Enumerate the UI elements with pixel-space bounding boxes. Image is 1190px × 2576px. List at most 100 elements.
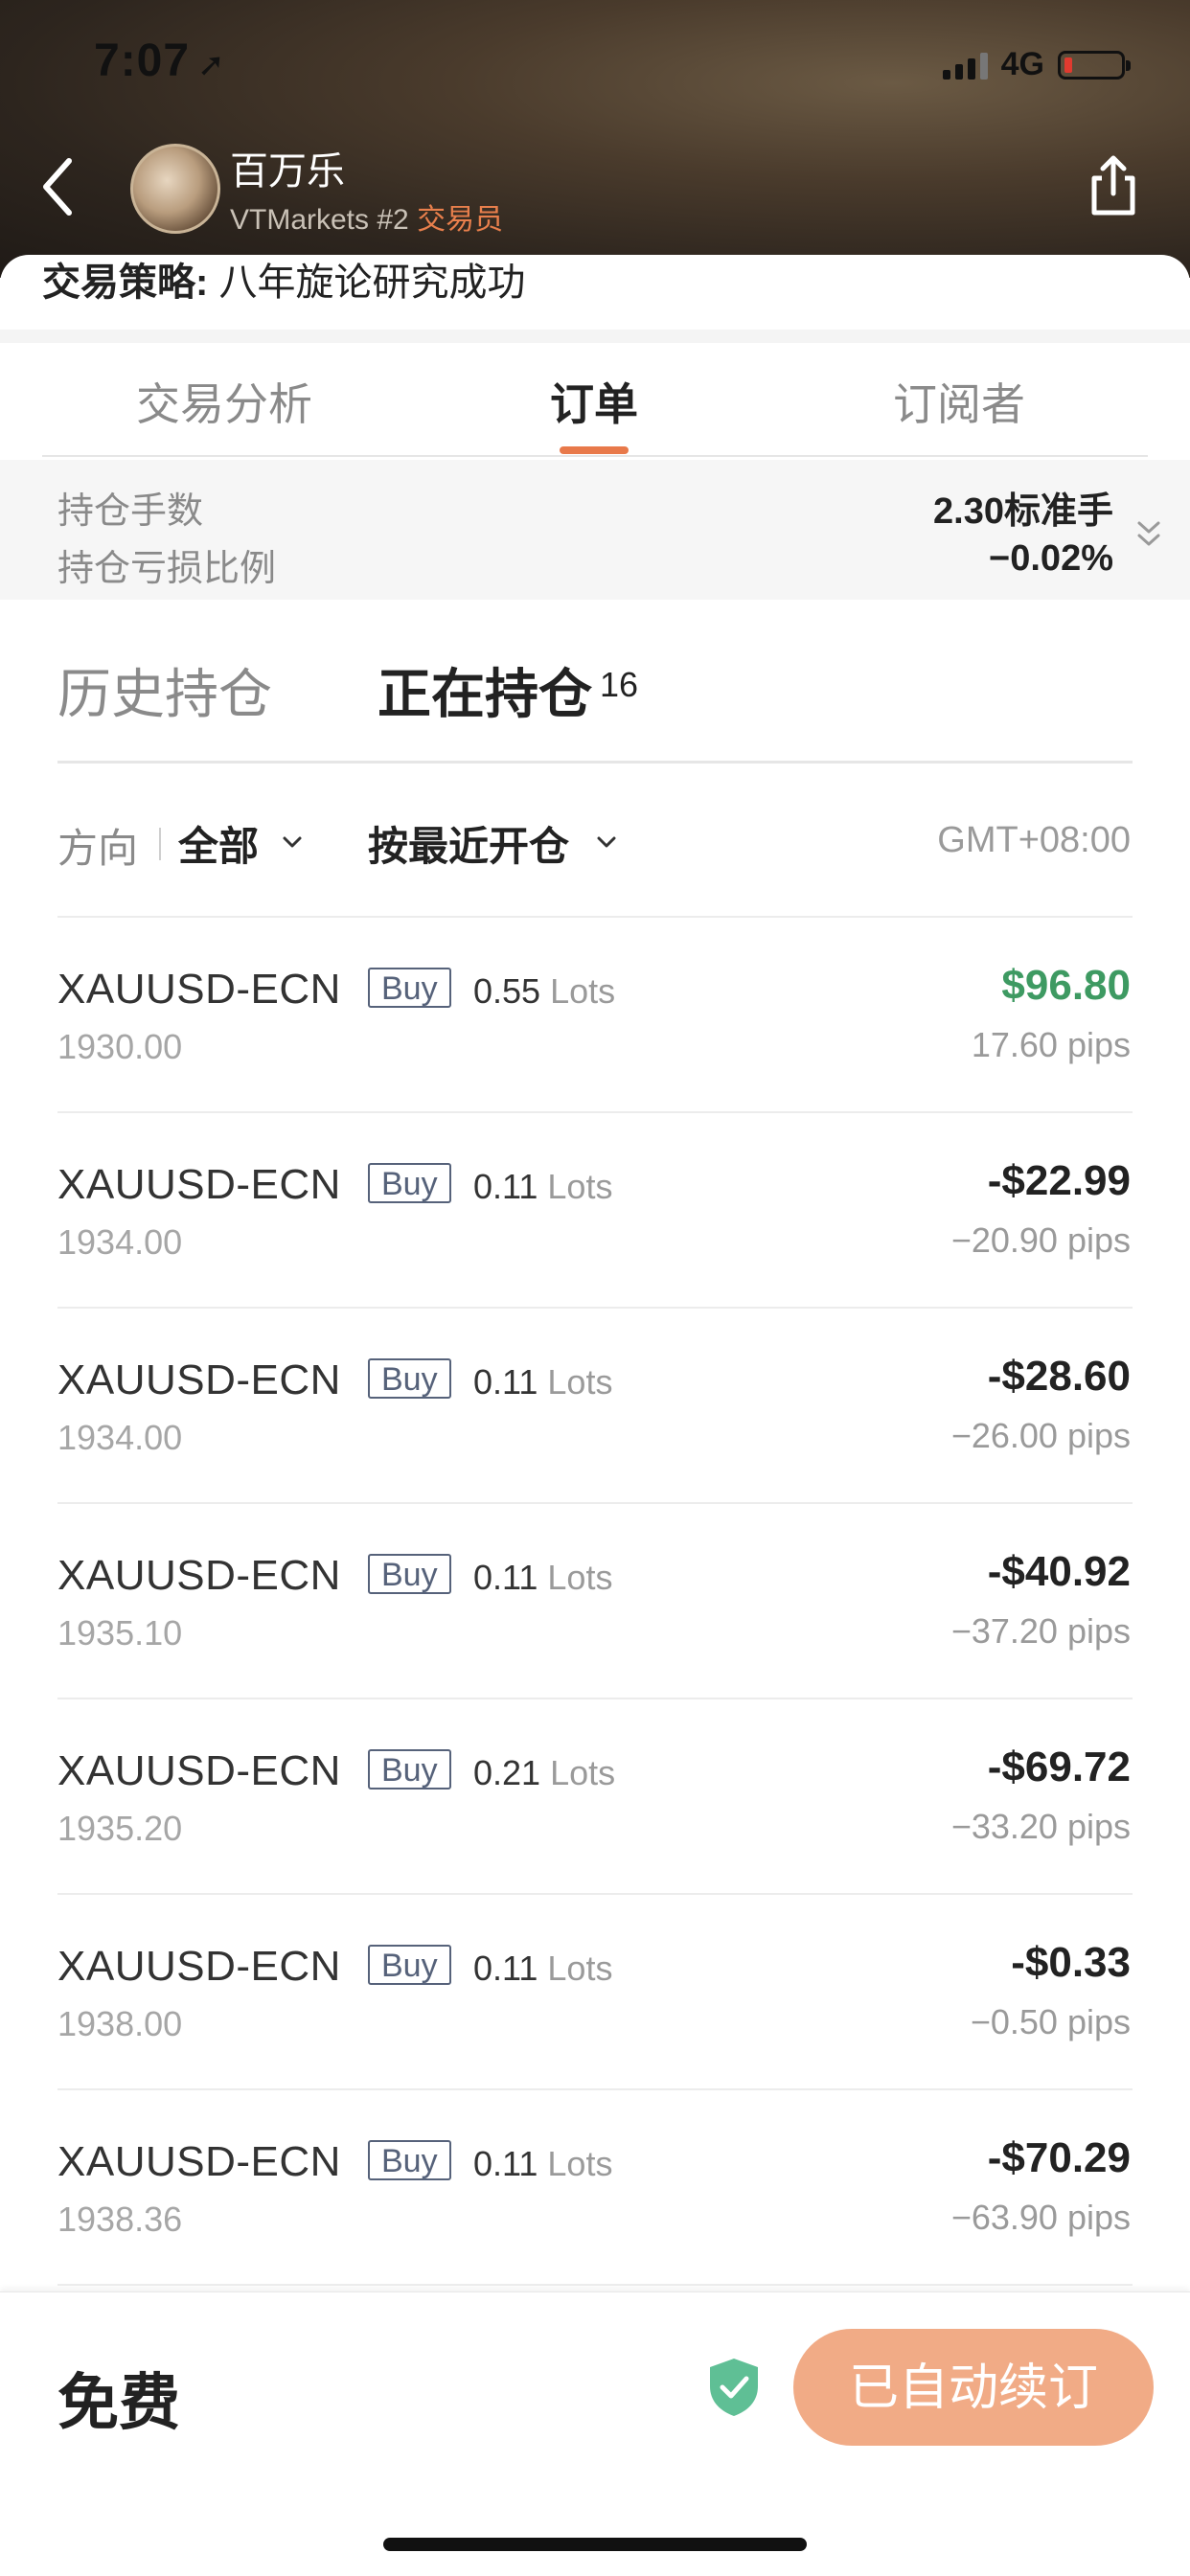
position-tabs-divider [57, 761, 1133, 764]
lots-unit: Lots [547, 1558, 613, 1597]
order-row[interactable]: XAUUSD-ECN Buy 0.21 Lots 1935.20 -$69.72 … [0, 1699, 1190, 1895]
lots-value: 0.11 [473, 1558, 538, 1597]
tab-subscribers[interactable]: 订阅者 [893, 370, 1025, 433]
order-lots: 0.11 Lots [473, 1558, 612, 1598]
order-symbol: XAUUSD-ECN [57, 1161, 341, 1208]
section-gap [0, 330, 1190, 343]
status-time-text: 7:07 [94, 35, 191, 86]
order-pnl: -$70.29 [987, 2134, 1131, 2181]
pnl-ratio-value: −0.02% [989, 538, 1113, 579]
tab-trading-analysis[interactable]: 交易分析 [136, 370, 312, 433]
lots-value: 0.21 [473, 1753, 541, 1792]
battery-icon [1058, 50, 1131, 80]
tab-history-positions[interactable]: 历史持仓 [57, 651, 272, 729]
tab-orders[interactable]: 订单 [550, 370, 638, 433]
chevron-down-icon[interactable] [282, 835, 303, 849]
order-pnl: -$40.92 [987, 1548, 1131, 1595]
lots-value: 0.55 [473, 971, 541, 1011]
shield-check-icon [710, 2359, 758, 2416]
lots-value: 0.11 [473, 2144, 538, 2183]
lots-unit: Lots [547, 1167, 613, 1206]
lots-value: 0.11 [473, 1949, 538, 1988]
order-side-badge: Buy [368, 1749, 451, 1790]
trading-strategy: 交易策略: 八年旋论研究成功 [42, 251, 525, 307]
lots-unit: Lots [547, 2144, 613, 2183]
active-tab-indicator [560, 446, 629, 454]
lots-unit: Lots [550, 971, 616, 1011]
sort-filter[interactable]: 按最近开仓 [368, 814, 569, 873]
filter-bar: 方向 全部 按最近开仓 GMT+08:00 [0, 807, 1190, 874]
position-summary[interactable]: 持仓手数 2.30标准手 持仓亏损比例 −0.02% [0, 460, 1190, 600]
order-pnl: -$28.60 [987, 1353, 1131, 1400]
order-row[interactable]: XAUUSD-ECN Buy 0.11 Lots 1934.00 -$22.99 … [0, 1113, 1190, 1309]
avatar[interactable] [130, 144, 220, 234]
order-lots: 0.55 Lots [473, 971, 615, 1012]
order-open-price: 1930.00 [57, 1027, 183, 1066]
order-side-badge: Buy [368, 2140, 451, 2180]
status-indicators: 4G [942, 46, 1131, 83]
order-symbol: XAUUSD-ECN [57, 966, 341, 1013]
order-pips: −0.50 pips [970, 2002, 1131, 2041]
order-row[interactable]: XAUUSD-ECN Buy 0.11 Lots 1934.00 -$28.60 … [0, 1309, 1190, 1504]
order-open-price: 1934.00 [57, 1222, 183, 1262]
order-pips: −26.00 pips [950, 1416, 1131, 1455]
timezone-label: GMT+08:00 [937, 820, 1131, 860]
order-symbol: XAUUSD-ECN [57, 1943, 341, 1990]
direction-filter[interactable]: 全部 [178, 814, 259, 873]
open-positions-count: 16 [600, 665, 639, 704]
order-pnl: -$0.33 [1011, 1939, 1131, 1986]
order-pnl: $96.80 [1001, 962, 1131, 1009]
status-time: 7:07 ➚ [94, 34, 226, 87]
order-open-price: 1938.00 [57, 2004, 183, 2043]
order-side-badge: Buy [368, 1554, 451, 1594]
direction-label: 方向 [57, 826, 139, 871]
order-pips: −37.20 pips [950, 1611, 1131, 1651]
trader-role: 交易员 [417, 204, 504, 236]
tab-open-positions[interactable]: 正在持仓 [378, 651, 592, 729]
navigation-arrow-icon: ➚ [197, 47, 226, 83]
auto-renew-button[interactable]: 已自动续订 [793, 2329, 1154, 2446]
orders-list: XAUUSD-ECN Buy 0.55 Lots 1930.00 $96.80 1… [0, 918, 1190, 2286]
order-pips: −20.90 pips [950, 1220, 1131, 1260]
order-side-badge: Buy [368, 1358, 451, 1399]
main-tabs: 交易分析 订单 订阅者 [0, 343, 1190, 458]
order-symbol: XAUUSD-ECN [57, 1356, 341, 1403]
share-icon[interactable] [1085, 153, 1142, 220]
order-symbol: XAUUSD-ECN [57, 1747, 341, 1794]
order-lots: 0.11 Lots [473, 1167, 612, 1207]
filter-separator [159, 828, 161, 860]
order-symbol: XAUUSD-ECN [57, 1552, 341, 1599]
order-open-price: 1934.00 [57, 1418, 183, 1457]
order-side-badge: Buy [368, 1945, 451, 1985]
order-pips: −33.20 pips [950, 1807, 1131, 1846]
trader-subtitle: VTMarkets #2 交易员 [230, 195, 503, 238]
signal-icon [942, 51, 988, 80]
profile-header: 7:07 ➚ 4G 百万乐 VTMarkets #2 交易员 [0, 0, 1190, 278]
order-open-price: 1938.36 [57, 2200, 183, 2239]
lots-label: 持仓手数 [57, 491, 204, 532]
lots-unit: Lots [550, 1753, 616, 1792]
order-row[interactable]: XAUUSD-ECN Buy 0.11 Lots 1935.10 -$40.92 … [0, 1504, 1190, 1699]
order-row[interactable]: XAUUSD-ECN Buy 0.11 Lots 1938.00 -$0.33 −… [0, 1895, 1190, 2090]
chevron-down-icon[interactable] [596, 835, 617, 849]
order-pnl: -$69.72 [987, 1744, 1131, 1790]
order-row[interactable]: XAUUSD-ECN Buy 0.11 Lots 1938.36 -$70.29 … [0, 2090, 1190, 2286]
expand-icon[interactable] [1134, 517, 1163, 550]
home-indicator[interactable] [383, 2538, 807, 2551]
row-divider [57, 2284, 1133, 2286]
order-pips: 17.60 pips [971, 1025, 1131, 1064]
tabs-divider [42, 455, 1148, 457]
lots-value: 0.11 [473, 1362, 538, 1402]
position-tabs: 历史持仓 正在持仓 16 [0, 638, 1190, 734]
order-pips: −63.90 pips [950, 2198, 1131, 2237]
subscription-bar: 免费 已自动续订 [0, 2291, 1190, 2576]
order-lots: 0.11 Lots [473, 1362, 612, 1402]
order-side-badge: Buy [368, 968, 451, 1008]
order-side-badge: Buy [368, 1163, 451, 1203]
order-row[interactable]: XAUUSD-ECN Buy 0.55 Lots 1930.00 $96.80 1… [0, 918, 1190, 1113]
lots-unit: Lots [547, 1362, 613, 1402]
strategy-label: 交易策略: [42, 262, 209, 304]
order-symbol: XAUUSD-ECN [57, 2138, 341, 2185]
back-icon[interactable] [36, 153, 79, 220]
subscription-price: 免费 [57, 2368, 180, 2437]
